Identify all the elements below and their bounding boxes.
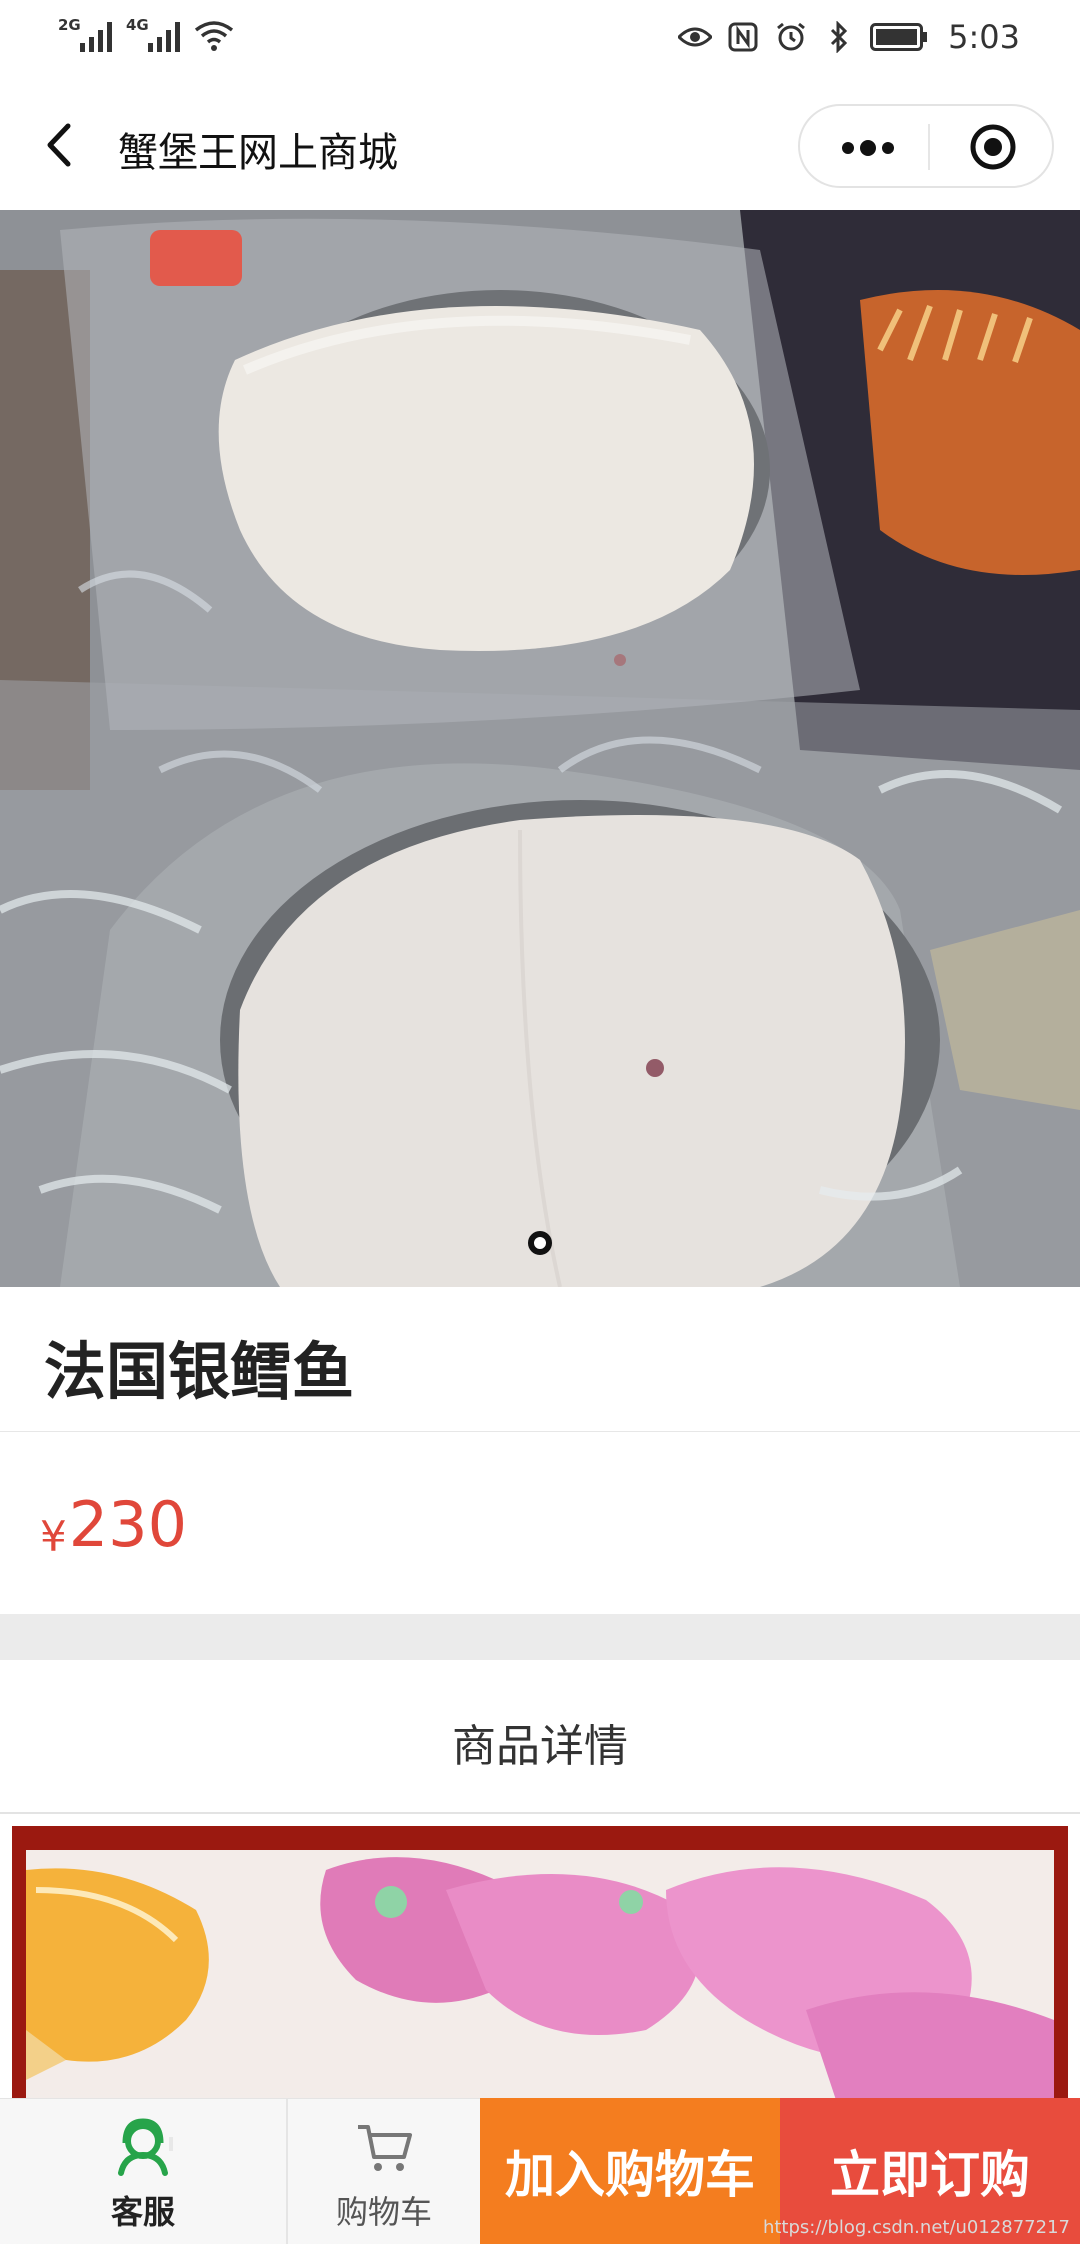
more-dots-icon[interactable] — [826, 106, 906, 186]
watermark: https://blog.csdn.net/u012877217 — [762, 2217, 1070, 2238]
price-row: ¥230 — [0, 1432, 1080, 1614]
signal-2g: 2G — [58, 16, 112, 52]
wifi-icon — [194, 21, 234, 51]
carousel-indicator-dot[interactable] — [528, 1231, 552, 1255]
signal-bars-icon — [148, 18, 180, 52]
bottom-action-bar: 客服 购物车 加入购物车 立即订购 https://blog.csdn.net/… — [0, 2098, 1080, 2244]
product-image-carousel[interactable] — [0, 210, 1080, 1287]
signal-group: 2G 4G — [58, 16, 234, 52]
cart-label: 购物车 — [335, 2193, 432, 2231]
customer-service-icon — [118, 2118, 173, 2176]
signal-bars-icon — [80, 18, 112, 52]
product-title-row: 法国银鳕鱼 — [0, 1287, 1080, 1433]
status-icons: 5:03 — [678, 18, 1020, 56]
cart-icon — [358, 2125, 412, 2171]
target-icon[interactable] — [968, 122, 1018, 172]
currency-symbol: ¥ — [40, 1512, 67, 1561]
detail-section-header: 商品详情 — [0, 1660, 1080, 1814]
signal-2g-label: 2G — [58, 16, 81, 34]
product-title: 法国银鳕鱼 — [44, 1335, 355, 1408]
section-divider — [0, 1614, 1080, 1660]
product-photo — [0, 210, 1080, 1287]
eye-icon — [678, 20, 713, 54]
alarm-icon — [774, 20, 808, 54]
nfc-icon — [726, 20, 760, 54]
add-to-cart-button[interactable]: 加入购物车 — [480, 2098, 780, 2244]
customer-service-tab[interactable]: 客服 — [0, 2098, 288, 2244]
status-bar: 2G 4G 5:03 — [0, 0, 1080, 80]
back-button[interactable] — [36, 118, 86, 172]
navigation-bar: 蟹堡王网上商城 — [0, 80, 1080, 211]
bluetooth-icon — [822, 20, 856, 54]
detail-section-title: 商品详情 — [452, 1721, 628, 1772]
cart-tab[interactable]: 购物车 — [288, 2098, 480, 2244]
page-title: 蟹堡王网上商城 — [118, 130, 398, 176]
price-amount: 230 — [68, 1488, 188, 1561]
clock: 5:03 — [948, 18, 1020, 56]
product-price: ¥230 — [40, 1488, 187, 1561]
signal-4g-label: 4G — [126, 16, 149, 34]
mini-program-capsule — [798, 104, 1054, 188]
signal-4g: 4G — [126, 16, 180, 52]
customer-service-label: 客服 — [110, 2193, 175, 2231]
battery-icon — [870, 20, 928, 54]
capsule-divider — [928, 124, 930, 170]
